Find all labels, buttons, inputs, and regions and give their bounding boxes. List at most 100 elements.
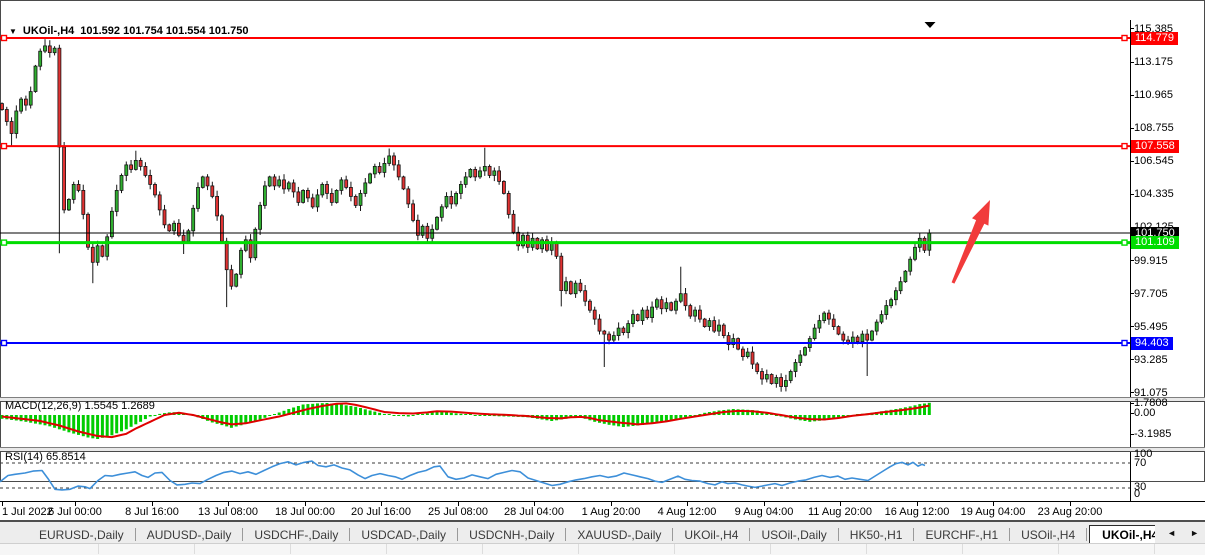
tab-usdchf-daily-2[interactable]: USDCHF-,Daily: [245, 527, 347, 543]
candle: [206, 174, 209, 190]
tab-divider: [1086, 528, 1087, 541]
candle: [326, 181, 329, 199]
candle: [330, 188, 333, 205]
candle: [96, 241, 99, 266]
line-left-handle[interactable]: [2, 144, 7, 149]
candle: [756, 362, 759, 374]
candle: [679, 267, 682, 303]
tab-ukoil-h4-11[interactable]: UKOil-,H4: [1089, 525, 1155, 545]
candle: [837, 325, 840, 335]
rsi-axis-label: 0: [1134, 488, 1140, 500]
support-line-blue[interactable]: [0, 341, 1130, 346]
candle: [569, 281, 572, 295]
candle: [354, 194, 357, 208]
candle: [268, 176, 271, 187]
line-right-handle[interactable]: [1122, 240, 1127, 245]
tab-divider: [457, 528, 458, 541]
tab-usoil-h4-10[interactable]: USOil-,H4: [1012, 527, 1084, 543]
candle: [15, 105, 18, 138]
candle: [373, 164, 376, 178]
candle: [622, 326, 625, 335]
candle: [197, 182, 200, 211]
candle: [220, 214, 223, 244]
candle: [565, 277, 568, 294]
tabs-scroll-left-icon[interactable]: ◄: [1167, 528, 1176, 538]
line-left-handle[interactable]: [2, 240, 7, 245]
price-badge-support-line-green: 101.109: [1131, 236, 1179, 249]
candlestick-plot: [0, 20, 1130, 397]
candle: [211, 182, 214, 199]
line-right-handle[interactable]: [1122, 36, 1127, 41]
time-axis-label: 11 Aug 20:00: [808, 506, 872, 518]
tab-usdcnh-daily-4[interactable]: USDCNH-,Daily: [460, 527, 563, 543]
status-strip-divider: [1154, 544, 1155, 554]
status-strip-divider: [482, 544, 483, 554]
candle: [273, 174, 276, 190]
time-axis-divider: [0, 501, 1205, 502]
candle: [459, 181, 462, 199]
status-strip-divider: [962, 544, 963, 554]
support-line-green[interactable]: [0, 240, 1130, 245]
candle: [727, 332, 730, 350]
price-axis-label: 104.335: [1134, 188, 1174, 200]
candle: [34, 65, 37, 93]
resistance-line-mid[interactable]: [0, 144, 1130, 149]
candle: [703, 318, 706, 328]
candle: [402, 176, 405, 190]
line-left-handle[interactable]: [2, 341, 7, 346]
time-axis-label: 19 Aug 04:00: [961, 506, 1026, 518]
line-left-handle[interactable]: [2, 36, 7, 41]
candle: [675, 299, 678, 315]
tabs-scroll-right-icon[interactable]: ►: [1190, 528, 1199, 538]
candle: [130, 160, 133, 173]
tab-xauusd-daily-5[interactable]: XAUUSD-,Daily: [568, 527, 670, 543]
tab-usdcad-daily-3[interactable]: USDCAD-,Daily: [352, 527, 455, 543]
candle: [91, 244, 94, 283]
candle: [765, 370, 768, 383]
chart-shift-marker-icon[interactable]: [925, 22, 936, 28]
candle: [875, 319, 878, 335]
candle: [177, 219, 180, 237]
macd-label: MACD(12,26,9) 1.5545 1.2689: [5, 400, 155, 412]
macd-plot: [0, 400, 1130, 447]
candle: [483, 148, 486, 176]
tab-divider: [838, 528, 839, 541]
candle: [345, 176, 348, 190]
candle: [263, 181, 266, 209]
rsi-panel: [0, 450, 1130, 501]
candle: [713, 316, 716, 333]
candle: [832, 314, 835, 330]
candle: [393, 153, 396, 171]
candle: [163, 205, 166, 228]
macd-axis-label: -3.1985: [1134, 428, 1171, 440]
time-axis-label: 6 Jul 00:00: [48, 506, 102, 518]
tab-hk50-h1-8[interactable]: HK50-,H1: [841, 527, 912, 543]
price-axis-label: 113.175: [1134, 56, 1173, 68]
time-axis-label: 23 Aug 20:00: [1038, 506, 1103, 518]
candle: [359, 190, 362, 211]
line-right-handle[interactable]: [1122, 341, 1127, 346]
time-axis-label: 1 Jul 2022: [2, 506, 53, 518]
candle: [297, 187, 300, 206]
candle: [321, 182, 324, 197]
candle: [804, 346, 807, 356]
candle: [612, 331, 615, 342]
candle: [627, 320, 630, 338]
candle: [689, 304, 692, 319]
candle: [603, 330, 606, 367]
candle: [225, 238, 228, 307]
candle: [746, 348, 749, 359]
tab-eurchf-h1-9[interactable]: EURCHF-,H1: [916, 527, 1007, 543]
candle: [823, 311, 826, 323]
tab-audusd-daily-1[interactable]: AUDUSD-,Daily: [138, 527, 241, 543]
candlesticks: [1, 39, 931, 392]
candle: [498, 166, 501, 185]
tab-usoil-daily-7[interactable]: USOil-,Daily: [752, 527, 835, 543]
tab-eurusd-daily-0[interactable]: EURUSD-,Daily: [30, 527, 133, 543]
status-strip-divider: [194, 544, 195, 554]
candle: [708, 318, 711, 331]
price-axis-label: 99.915: [1134, 255, 1168, 267]
tab-ukoil-h4-6[interactable]: UKOil-,H4: [675, 527, 747, 543]
resistance-line-upper[interactable]: [0, 36, 1130, 41]
line-right-handle[interactable]: [1122, 144, 1127, 149]
